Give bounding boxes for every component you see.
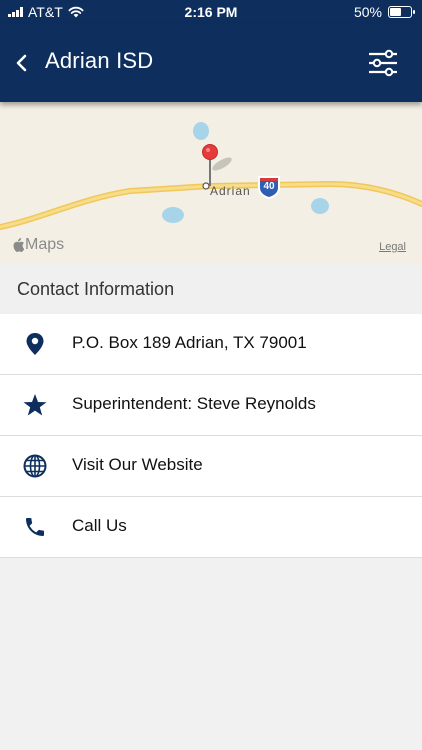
contact-label: P.O. Box 189 Adrian, TX 79001 [72,333,307,352]
water-body [162,207,184,223]
status-right: 50% [353,4,415,20]
contact-row-superintendent[interactable]: Superintendent: Steve Reynolds [0,375,422,436]
location-pin-icon[interactable] [202,144,218,160]
maps-attribution: Maps [12,236,64,254]
contact-label: Visit Our Website [72,455,203,474]
water-body [193,122,209,140]
section-header: Contact Information [0,264,422,314]
contact-row-address[interactable]: P.O. Box 189 Adrian, TX 79001 [0,314,422,375]
contact-label: Superintendent: Steve Reynolds [72,394,316,413]
sliders-icon [369,49,397,77]
contact-list: P.O. Box 189 Adrian, TX 79001 Superinten… [0,314,422,558]
legal-link[interactable]: Legal [379,241,406,253]
globe-icon [22,453,48,479]
status-bar: AT&T 2:16 PM 50% [0,0,422,24]
filter-button[interactable] [366,48,400,78]
map-pin-icon [22,331,48,357]
town-label: Adrian [210,184,251,198]
contact-label: Call Us [72,516,127,535]
phone-icon [22,514,48,540]
highway-label: 40 [263,181,275,192]
water-body [311,198,329,214]
nav-bar: Adrian ISD [0,24,422,102]
battery-percent: 50% [353,4,382,20]
back-button[interactable] [12,50,34,76]
chevron-left-icon [16,54,27,72]
page-title: Adrian ISD [45,48,154,73]
maps-label: Maps [25,236,65,253]
star-icon [22,392,48,418]
battery-icon [388,6,415,18]
section-title: Contact Information [17,279,175,299]
contact-row-website[interactable]: Visit Our Website [0,436,422,497]
contact-row-phone[interactable]: Call Us [0,497,422,558]
apple-logo-icon [13,238,24,252]
